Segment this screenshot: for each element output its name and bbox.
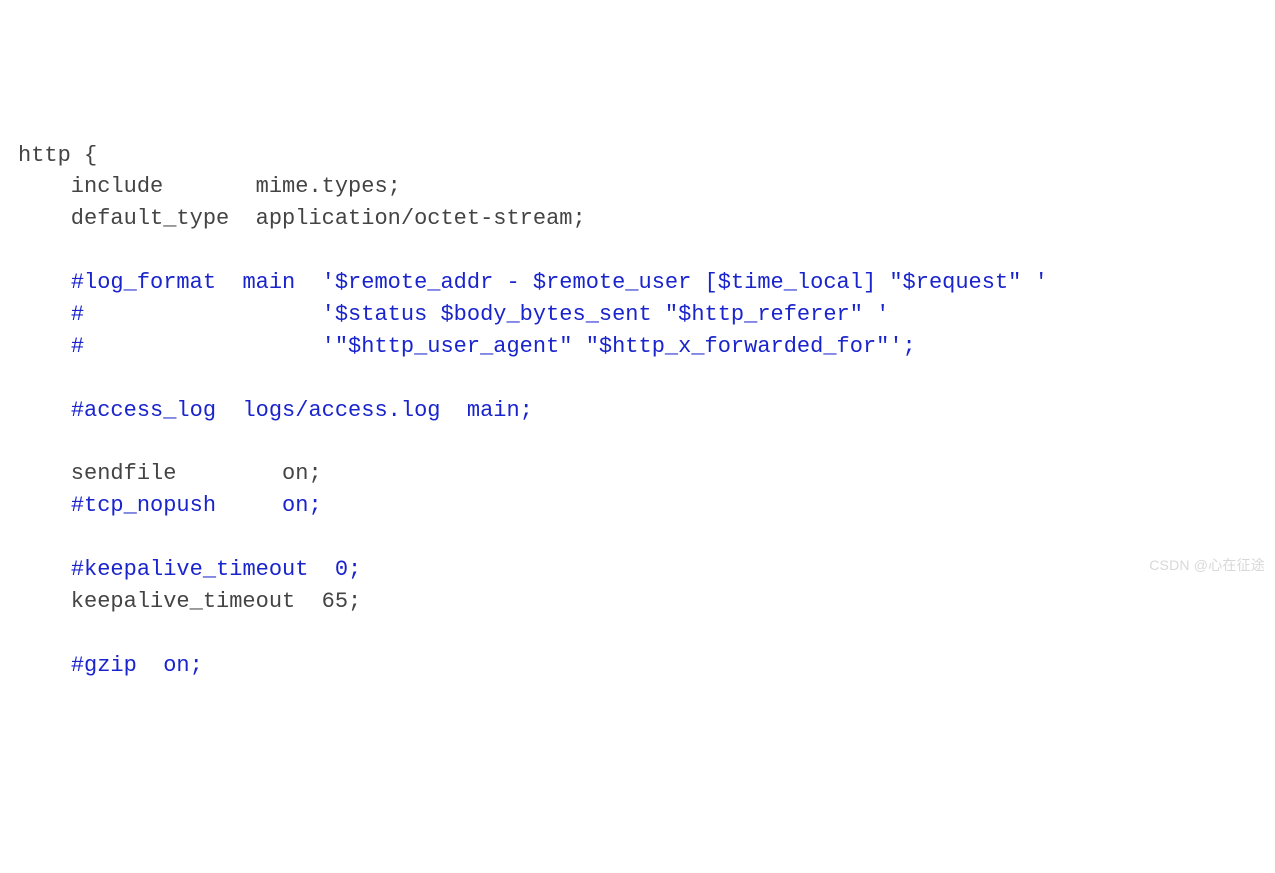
code-line: #keepalive_timeout 0; — [18, 554, 1257, 586]
code-text: keepalive_timeout 65; — [18, 589, 361, 614]
code-line: #access_log logs/access.log main; — [18, 395, 1257, 427]
code-line: #gzip on; — [18, 650, 1257, 682]
code-line: # '$status $body_bytes_sent "$http_refer… — [18, 299, 1257, 331]
code-comment: #keepalive_timeout 0; — [71, 557, 361, 582]
code-comment: #tcp_nopush on; — [71, 493, 322, 518]
code-block: http { include mime.types; default_type … — [18, 140, 1257, 682]
code-comment: # '"$http_user_agent" "$http_x_forwarded… — [71, 334, 916, 359]
code-text — [18, 302, 71, 327]
code-line: # '"$http_user_agent" "$http_x_forwarded… — [18, 331, 1257, 363]
code-line: #tcp_nopush on; — [18, 490, 1257, 522]
code-comment: #access_log logs/access.log main; — [71, 398, 533, 423]
code-line: keepalive_timeout 65; — [18, 586, 1257, 618]
code-text — [18, 653, 71, 678]
code-text: include mime.types; — [18, 174, 401, 199]
watermark-text: CSDN @心在征途 — [1149, 555, 1265, 575]
code-comment: #log_format main '$remote_addr - $remote… — [71, 270, 1048, 295]
code-line — [18, 618, 1257, 650]
code-comment: #gzip on; — [71, 653, 203, 678]
code-line — [18, 363, 1257, 395]
code-text — [18, 334, 71, 359]
code-text — [18, 398, 71, 423]
code-line: sendfile on; — [18, 458, 1257, 490]
code-line: include mime.types; — [18, 171, 1257, 203]
code-text: sendfile on; — [18, 461, 322, 486]
code-text — [18, 493, 71, 518]
code-comment: # '$status $body_bytes_sent "$http_refer… — [71, 302, 890, 327]
code-line: http { — [18, 140, 1257, 172]
code-text: http { — [18, 143, 97, 168]
code-text: default_type application/octet-stream; — [18, 206, 586, 231]
code-line — [18, 235, 1257, 267]
code-line: default_type application/octet-stream; — [18, 203, 1257, 235]
code-line: #log_format main '$remote_addr - $remote… — [18, 267, 1257, 299]
code-line — [18, 522, 1257, 554]
code-line — [18, 427, 1257, 459]
code-text — [18, 270, 71, 295]
code-text — [18, 557, 71, 582]
